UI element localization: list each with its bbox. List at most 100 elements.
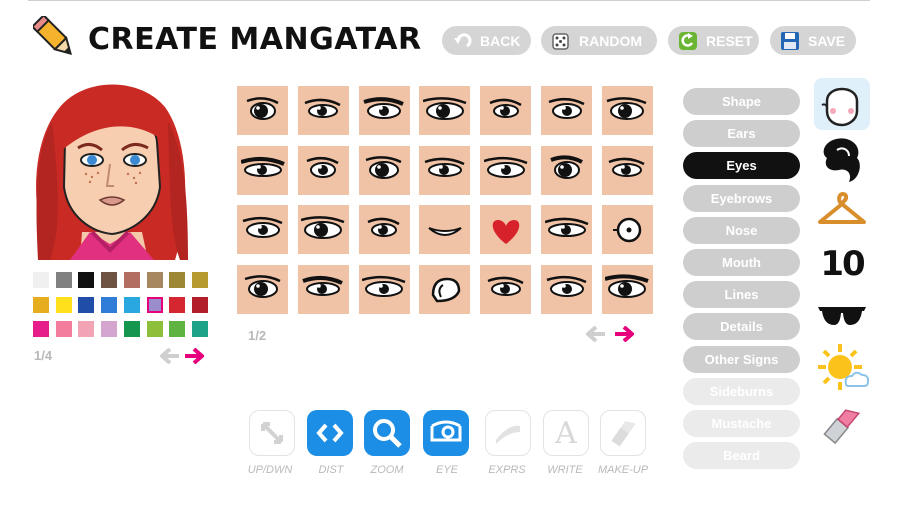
category-label: Ears bbox=[727, 126, 756, 142]
eye-option[interactable] bbox=[419, 264, 471, 314]
reset-icon bbox=[678, 31, 698, 51]
color-swatch[interactable] bbox=[55, 296, 72, 313]
color-swatch[interactable] bbox=[78, 321, 95, 337]
side-tab-background[interactable] bbox=[814, 342, 870, 394]
eye-option[interactable] bbox=[358, 264, 410, 314]
eye-option[interactable] bbox=[237, 264, 288, 314]
color-swatch[interactable] bbox=[33, 272, 49, 288]
color-swatch[interactable] bbox=[55, 272, 72, 288]
eye-option[interactable] bbox=[358, 205, 410, 254]
category-details[interactable]: Details bbox=[683, 313, 800, 341]
category-beard[interactable]: Beard bbox=[683, 442, 800, 470]
eye-option[interactable] bbox=[541, 205, 592, 254]
category-mouth[interactable]: Mouth bbox=[683, 249, 800, 276]
color-swatch[interactable] bbox=[123, 296, 140, 313]
category-label: Mustache bbox=[711, 416, 772, 431]
category-other-signs[interactable]: Other Signs bbox=[683, 345, 800, 373]
color-swatch[interactable] bbox=[191, 272, 208, 288]
eye-option[interactable] bbox=[237, 86, 288, 135]
lipstick-icon bbox=[611, 421, 636, 447]
random-button[interactable]: RANDOM bbox=[541, 26, 657, 55]
side-tab-hair[interactable] bbox=[814, 134, 870, 186]
color-swatch[interactable] bbox=[191, 321, 208, 337]
eye-tool-button[interactable] bbox=[423, 410, 469, 456]
category-eyebrows[interactable]: Eyebrows bbox=[683, 184, 800, 212]
side-tab-number[interactable]: 10 bbox=[814, 238, 870, 290]
write-tool-button[interactable]: A bbox=[543, 410, 589, 456]
color-swatch[interactable] bbox=[146, 272, 163, 288]
eye-option[interactable] bbox=[237, 145, 288, 195]
eye-option[interactable] bbox=[601, 264, 653, 314]
sunglasses-icon bbox=[818, 307, 866, 325]
eye-option[interactable] bbox=[480, 145, 532, 195]
eye-style-icon bbox=[367, 217, 400, 237]
color-swatch[interactable] bbox=[78, 272, 95, 288]
eye-option[interactable] bbox=[601, 145, 653, 195]
eye-option[interactable] bbox=[297, 205, 349, 254]
eye-style-icon bbox=[606, 96, 647, 120]
eye-option[interactable] bbox=[297, 264, 349, 314]
color-swatch[interactable] bbox=[55, 321, 72, 337]
color-swatch[interactable] bbox=[169, 272, 186, 288]
makeup-tool-button[interactable] bbox=[600, 410, 646, 456]
eye-option[interactable] bbox=[480, 86, 532, 135]
color-swatch[interactable] bbox=[101, 272, 118, 288]
eye-option[interactable] bbox=[419, 86, 471, 135]
side-tab-makeup[interactable] bbox=[814, 398, 870, 450]
color-swatch[interactable] bbox=[123, 272, 140, 288]
eye-option[interactable] bbox=[541, 145, 592, 195]
expression-tool-button[interactable] bbox=[485, 410, 531, 456]
category-eyes[interactable]: Eyes bbox=[683, 152, 800, 180]
color-swatch[interactable] bbox=[33, 296, 49, 313]
save-button[interactable]: SAVE bbox=[770, 26, 856, 55]
color-swatch[interactable] bbox=[146, 296, 163, 313]
color-swatch[interactable] bbox=[78, 296, 95, 313]
eye-option[interactable] bbox=[419, 145, 471, 195]
category-lines[interactable]: Lines bbox=[683, 281, 800, 309]
color-swatch[interactable] bbox=[191, 296, 208, 313]
side-tab-accessories[interactable] bbox=[814, 290, 870, 342]
eye-option[interactable] bbox=[541, 86, 592, 135]
eye-option[interactable] bbox=[480, 205, 532, 254]
eye-option[interactable] bbox=[358, 145, 410, 195]
color-swatch[interactable] bbox=[169, 321, 186, 337]
category-sideburns[interactable]: Sideburns bbox=[683, 377, 800, 405]
eye-option[interactable] bbox=[297, 86, 349, 135]
eye-style-icon bbox=[483, 156, 528, 178]
color-swatch[interactable] bbox=[101, 296, 118, 313]
eye-option[interactable] bbox=[358, 86, 410, 135]
side-tab-face[interactable] bbox=[814, 78, 870, 130]
color-swatch[interactable] bbox=[101, 321, 118, 337]
color-swatch[interactable] bbox=[169, 296, 186, 313]
eye-option[interactable] bbox=[419, 205, 471, 254]
eye-style-icon bbox=[608, 157, 645, 177]
category-label: Sideburns bbox=[709, 383, 774, 399]
category-label: Eyes bbox=[726, 158, 757, 174]
color-swatch[interactable] bbox=[33, 321, 49, 337]
grid-next-arrow-icon[interactable] bbox=[614, 326, 634, 342]
dist-tool-button[interactable] bbox=[307, 410, 353, 456]
palette-next-arrow-icon[interactable] bbox=[184, 348, 204, 364]
palette-prev-arrow-icon[interactable] bbox=[160, 348, 180, 364]
category-ears[interactable]: Ears bbox=[683, 120, 800, 148]
up-down-tool-button[interactable] bbox=[249, 410, 295, 456]
color-swatch[interactable] bbox=[123, 321, 140, 337]
category-label: Shape bbox=[721, 94, 761, 109]
eye-option[interactable] bbox=[541, 264, 592, 314]
grid-prev-arrow-icon[interactable] bbox=[586, 326, 606, 342]
side-tab-clothes[interactable] bbox=[814, 186, 870, 238]
expression-icon bbox=[496, 425, 520, 444]
eye-option[interactable] bbox=[480, 264, 532, 314]
eye-option[interactable] bbox=[601, 86, 653, 135]
eye-option[interactable] bbox=[601, 205, 653, 254]
back-button[interactable]: BACK bbox=[442, 26, 531, 55]
color-swatch[interactable] bbox=[146, 321, 163, 337]
category-nose[interactable]: Nose bbox=[683, 216, 800, 244]
category-shape[interactable]: Shape bbox=[683, 88, 800, 115]
reset-button[interactable]: RESET bbox=[668, 26, 759, 55]
eye-option[interactable] bbox=[297, 145, 349, 195]
category-mustache[interactable]: Mustache bbox=[683, 410, 800, 437]
hair-icon bbox=[823, 138, 860, 182]
zoom-tool-button[interactable] bbox=[364, 410, 410, 456]
eye-option[interactable] bbox=[237, 205, 288, 254]
